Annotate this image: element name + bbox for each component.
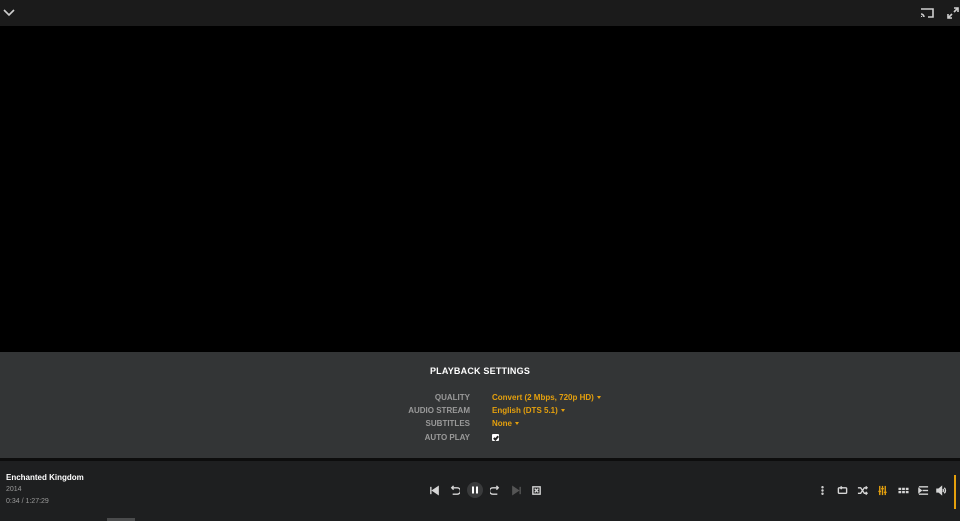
replay-icon bbox=[450, 484, 460, 495]
chevron-down-icon[interactable] bbox=[0, 4, 18, 22]
cast-icon[interactable] bbox=[918, 4, 936, 22]
stop-button[interactable] bbox=[529, 483, 543, 497]
player-control-bar: Enchanted Kingdom 2014 0:34 / 1:27:29 bbox=[0, 461, 960, 521]
forward-icon bbox=[489, 484, 499, 495]
pause-button[interactable] bbox=[467, 482, 483, 498]
auto-play-row: AUTO PLAY bbox=[0, 433, 960, 446]
top-bar bbox=[0, 0, 960, 26]
volume-button[interactable] bbox=[934, 483, 948, 497]
auto-play-checkbox[interactable] bbox=[492, 434, 499, 441]
volume-slider[interactable] bbox=[954, 475, 956, 509]
caret-down-icon bbox=[596, 396, 601, 400]
fullscreen-icon[interactable] bbox=[944, 4, 960, 22]
repeat-icon bbox=[837, 485, 847, 494]
repeat-button[interactable] bbox=[835, 483, 849, 497]
audio-stream-row: AUDIO STREAM English (DTS 5.1) bbox=[0, 406, 960, 419]
caret-down-icon bbox=[560, 409, 565, 413]
more-vertical-icon bbox=[820, 485, 824, 495]
next-button[interactable] bbox=[509, 483, 523, 497]
previous-button[interactable] bbox=[427, 483, 441, 497]
subtitles-dropdown[interactable]: None bbox=[492, 419, 519, 428]
stop-icon bbox=[531, 485, 541, 495]
play-queue-button[interactable] bbox=[916, 483, 930, 497]
media-year: 2014 bbox=[6, 486, 22, 493]
checkmark-icon bbox=[492, 435, 499, 441]
skip-next-icon bbox=[511, 485, 521, 495]
media-title[interactable]: Enchanted Kingdom bbox=[6, 473, 84, 482]
playback-time: 0:34 / 1:27:29 bbox=[6, 498, 49, 505]
forward-button[interactable] bbox=[488, 483, 502, 497]
equalizer-icon bbox=[877, 485, 887, 495]
subtitles-row: SUBTITLES None bbox=[0, 419, 960, 432]
caret-down-icon bbox=[515, 422, 519, 426]
quality-row: QUALITY Convert (2 Mbps, 720p HD) bbox=[0, 393, 960, 406]
grid-icon bbox=[897, 487, 909, 493]
audio-stream-label: AUDIO STREAM bbox=[408, 406, 470, 415]
video-area[interactable] bbox=[0, 26, 960, 352]
playback-settings-panel: PLAYBACK SETTINGS QUALITY Convert (2 Mbp… bbox=[0, 352, 960, 458]
quality-label: QUALITY bbox=[434, 393, 470, 402]
quality-dropdown[interactable]: Convert (2 Mbps, 720p HD) bbox=[492, 393, 601, 402]
audio-stream-dropdown[interactable]: English (DTS 5.1) bbox=[492, 406, 565, 415]
shuffle-icon bbox=[857, 485, 868, 495]
subtitles-label: SUBTITLES bbox=[425, 419, 470, 428]
replay-button[interactable] bbox=[447, 483, 461, 497]
skip-previous-icon bbox=[429, 485, 439, 495]
volume-icon bbox=[935, 484, 946, 496]
more-options-button[interactable] bbox=[815, 483, 829, 497]
auto-play-label: AUTO PLAY bbox=[424, 433, 470, 442]
settings-title: PLAYBACK SETTINGS bbox=[429, 366, 531, 376]
pause-icon bbox=[472, 486, 478, 494]
playback-settings-button[interactable] bbox=[875, 483, 889, 497]
grid-view-button[interactable] bbox=[896, 483, 910, 497]
shuffle-button[interactable] bbox=[855, 483, 869, 497]
queue-icon bbox=[917, 485, 928, 495]
